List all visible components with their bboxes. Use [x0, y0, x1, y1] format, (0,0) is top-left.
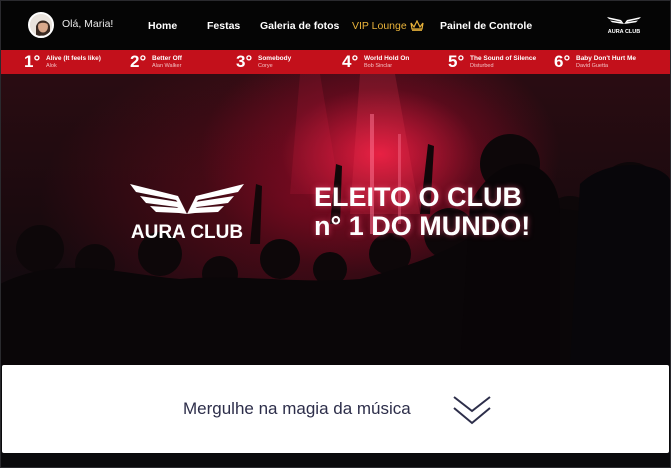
crown-icon	[410, 19, 424, 34]
nav-vip-lounge[interactable]: VIP Lounge	[352, 19, 424, 34]
nav-painel[interactable]: Painel de Controle	[440, 20, 532, 32]
user-avatar[interactable]	[28, 12, 54, 38]
rank-position: 5°	[448, 52, 465, 71]
top-navigation: Olá, Maria! Home Festas Galeria de fotos…	[0, 0, 671, 50]
rank-artist: Corye	[258, 63, 273, 69]
rank-artist: Disturbed	[470, 63, 494, 69]
hero-brand-text: AURA CLUB	[130, 222, 244, 243]
wings-icon	[130, 184, 244, 214]
rank-position: 2°	[130, 52, 147, 71]
cta-scroll-section[interactable]: Mergulhe na magia da música	[2, 365, 669, 453]
rank-artist: Bob Sinclar	[364, 63, 393, 69]
hero-banner: AURA CLUB ELEITO O CLUB n° 1 DO MUNDO!	[0, 74, 671, 365]
nav-vip-label: VIP Lounge	[352, 20, 407, 32]
rank-position: 1°	[24, 52, 41, 71]
rank-song: World Hold On	[364, 55, 410, 62]
rank-position: 4°	[342, 52, 359, 71]
aura-club-logo: AURA CLUB	[122, 166, 252, 246]
nav-festas[interactable]: Festas	[207, 20, 240, 32]
nav-home[interactable]: Home	[148, 20, 177, 32]
rank-position: 6°	[554, 52, 571, 71]
rank-song: The Sound of Silence	[470, 55, 537, 62]
rank-artist: David Guetta	[576, 63, 609, 69]
rank-song: Alive (It feels like)	[46, 55, 101, 62]
user-greeting: Olá, Maria!	[62, 18, 114, 30]
headline-line-1: ELEITO O CLUB	[314, 182, 523, 212]
rank-position: 3°	[236, 52, 253, 71]
headline-line-2: n° 1 DO MUNDO!	[314, 211, 531, 241]
nav-logo[interactable]: AURA CLUB	[604, 14, 644, 38]
chevron-down-icon[interactable]	[452, 393, 492, 427]
rank-song: Baby Don't Hurt Me	[576, 55, 637, 62]
cta-label[interactable]: Mergulhe na magia da música	[183, 399, 411, 419]
top-hits-ribbon: 1° Alive (It feels like) Alok 2° Better …	[0, 50, 671, 74]
rank-artist: Alan Walker	[152, 63, 182, 69]
hero-headline: ELEITO O CLUB n° 1 DO MUNDO!	[314, 183, 634, 241]
nav-galeria[interactable]: Galeria de fotos	[260, 20, 339, 32]
rank-song: Better Off	[152, 55, 182, 62]
rank-artist: Alok	[46, 63, 57, 69]
rank-song: Somebody	[258, 55, 292, 62]
nav-logo-text: AURA CLUB	[607, 29, 641, 35]
